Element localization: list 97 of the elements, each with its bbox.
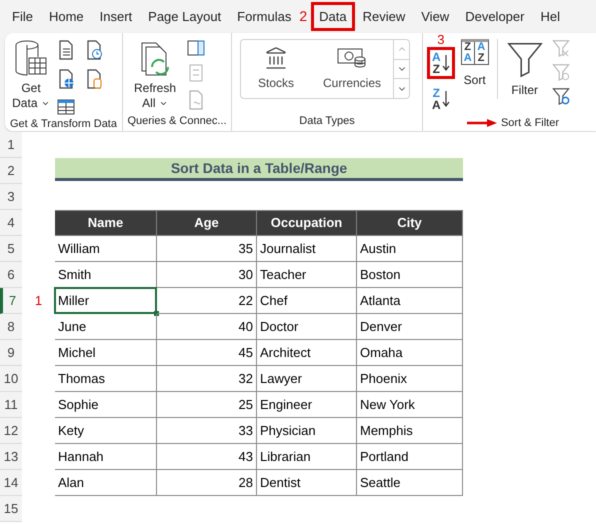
row-header[interactable]: 1 [0, 132, 22, 158]
table-cell[interactable]: 30 [157, 262, 256, 287]
table-cell[interactable]: Smith [55, 262, 156, 287]
table-cell[interactable]: Portland [357, 444, 462, 469]
row-header[interactable]: 13 [0, 444, 22, 470]
text-file-icon[interactable] [57, 40, 75, 60]
row-header[interactable]: 2 [0, 158, 22, 184]
table-cell[interactable]: Physician [257, 418, 356, 443]
table-cell[interactable]: Omaha [357, 340, 462, 365]
menu-tab[interactable]: Formulas [229, 2, 300, 32]
table-cell[interactable]: Seattle [357, 470, 462, 495]
row-header[interactable]: 10 [0, 366, 22, 392]
sort-ascending-button[interactable]: A Z [427, 47, 455, 79]
table-cell[interactable]: Hannah [55, 444, 156, 469]
table-cell[interactable]: 35 [157, 236, 256, 261]
table-cell[interactable]: 40 [157, 314, 256, 339]
row-header[interactable]: 11 [0, 392, 22, 418]
table-cell[interactable]: Journalist [257, 236, 356, 261]
menu-tab[interactable]: Page Layout [140, 2, 230, 32]
bank-icon [264, 46, 288, 70]
row-header[interactable]: 3 [0, 184, 22, 210]
menu-tab[interactable]: Data [311, 2, 355, 32]
advanced-filter-icon[interactable] [552, 87, 570, 105]
column-header: City [396, 214, 423, 232]
menu-tab[interactable]: Home [40, 2, 92, 32]
queries-pane-icon[interactable] [187, 40, 205, 56]
money-coins-icon [336, 46, 368, 70]
row-header[interactable]: 12 [0, 418, 22, 444]
group-label: Queries & Connec... [127, 114, 227, 129]
row-header[interactable]: 15 [0, 496, 22, 522]
row-header[interactable]: 6 [0, 262, 22, 288]
row-header[interactable]: 7 [0, 288, 22, 314]
stocks-button[interactable]: Stocks [241, 40, 311, 98]
fill-handle[interactable] [154, 311, 159, 316]
table-cell[interactable]: Doctor [257, 314, 356, 339]
step-number: 2 [299, 7, 308, 26]
table-cell[interactable]: 45 [157, 340, 256, 365]
table-cell[interactable]: 33 [157, 418, 256, 443]
sheet-title: Sort Data in a Table/Range [55, 158, 463, 181]
table-cell[interactable]: Architect [257, 340, 356, 365]
table-cell[interactable]: Chef [257, 288, 356, 313]
table-cell[interactable]: Alan [55, 470, 156, 495]
row-header[interactable]: 9 [0, 340, 22, 366]
table-cell[interactable]: 25 [157, 392, 256, 417]
get-data-button[interactable]: Get Data [9, 39, 53, 111]
table-cell[interactable]: Librarian [257, 444, 356, 469]
menu-tab[interactable]: Review [354, 2, 414, 32]
row-header[interactable]: 5 [0, 236, 22, 262]
table-cell[interactable]: Kety [55, 418, 156, 443]
table-cell[interactable]: Austin [357, 236, 462, 261]
table-cell[interactable]: Memphis [357, 418, 462, 443]
table-icon[interactable] [57, 98, 75, 116]
table-cell[interactable]: Dentist [257, 470, 356, 495]
group-label: Get & Transform Data [10, 116, 117, 131]
column-header: Occupation [270, 214, 344, 232]
table-cell[interactable]: Teacher [257, 262, 356, 287]
clock-file-icon[interactable] [85, 40, 103, 60]
table-cell[interactable]: Sophie [55, 392, 156, 417]
globe-file-icon[interactable] [57, 69, 75, 89]
group-label: Sort & Filter [500, 116, 560, 131]
table-cell[interactable]: Lawyer [257, 366, 356, 391]
refresh-all-button[interactable]: Refresh All [127, 39, 183, 111]
table-cell[interactable]: Phoenix [357, 366, 462, 391]
row-header[interactable]: 4 [0, 210, 22, 236]
menu-tab[interactable]: Developer [457, 2, 532, 32]
arrow-down-icon [442, 53, 450, 73]
table-cell[interactable]: Atlanta [357, 288, 462, 313]
database-file-icon[interactable] [85, 69, 103, 89]
group-label: Data Types [299, 114, 355, 129]
table-cell[interactable]: Thomas [55, 366, 156, 391]
column-header: Name [86, 214, 124, 232]
step-number: 3 [437, 33, 444, 47]
currencies-button[interactable]: Currencies [311, 40, 393, 98]
table-cell[interactable]: Engineer [257, 392, 356, 417]
menu-tab[interactable]: Insert [92, 2, 140, 32]
row-header[interactable]: 8 [0, 314, 22, 340]
menu-tab[interactable]: File [4, 2, 41, 32]
filter-button[interactable]: Filter [506, 39, 544, 99]
sort-descending-button[interactable]: Z A [427, 83, 455, 115]
table-cell[interactable]: Michel [55, 340, 156, 365]
table-cell[interactable]: New York [357, 392, 462, 417]
table-cell[interactable]: William [55, 236, 156, 261]
arrow-down-icon [442, 89, 450, 109]
table-cell[interactable]: Boston [357, 262, 462, 287]
row-header[interactable]: 14 [0, 470, 22, 496]
arrow-icon [466, 119, 497, 127]
menu-tab[interactable]: Hel [532, 2, 568, 32]
column-header: Age [193, 214, 220, 232]
table-cell[interactable]: 28 [157, 470, 256, 495]
table-cell[interactable]: Miller [55, 288, 156, 313]
table-cell[interactable]: Denver [357, 314, 462, 339]
table-cell[interactable]: 32 [157, 366, 256, 391]
step-number: 1 [34, 292, 42, 310]
table-cell[interactable]: 22 [157, 288, 256, 313]
table-cell[interactable]: June [55, 314, 156, 339]
table-cell[interactable]: 43 [157, 444, 256, 469]
menu-tab[interactable]: View [413, 2, 458, 32]
